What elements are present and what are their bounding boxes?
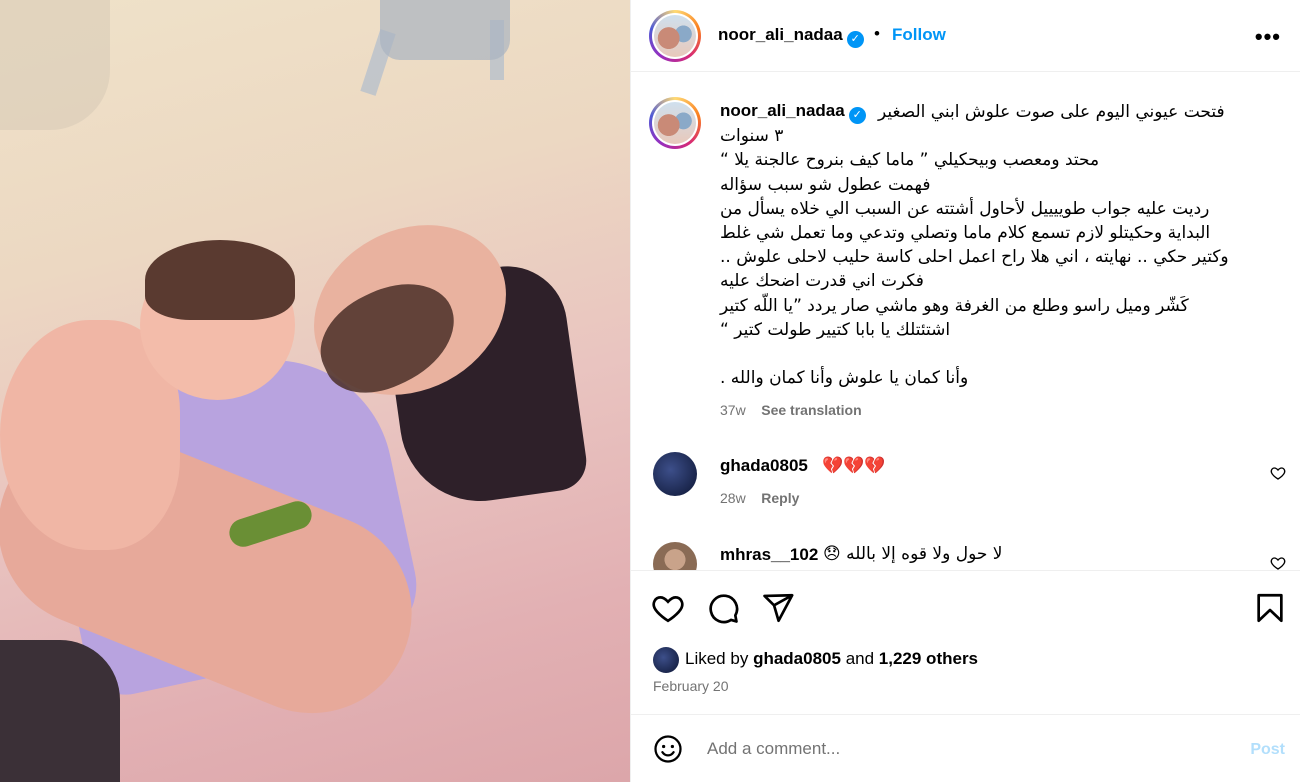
separator-dot: • — [874, 24, 880, 43]
heart-icon[interactable] — [1270, 555, 1286, 570]
caption-username-text[interactable]: noor_ali_nadaa — [720, 101, 845, 120]
caption-text: فتحت عيوني اليوم على صوت علوش ابني الصغي… — [720, 100, 1265, 390]
liked-by-user[interactable]: ghada0805 — [753, 649, 841, 668]
liked-by-and: and — [845, 649, 875, 668]
verified-icon: ✓ — [848, 107, 866, 124]
reply-button[interactable]: Reply — [761, 490, 799, 506]
caption-line: فكرت اني قدرت اضحك عليه — [720, 271, 924, 292]
liked-by-label: Liked by — [685, 649, 749, 668]
post-details-panel: noor_ali_nadaa ✓ • Follow ••• فتحت عيوني … — [630, 0, 1300, 782]
more-icon[interactable]: ••• — [1255, 24, 1281, 50]
add-comment-bar: Post — [631, 714, 1300, 782]
likes-summary: Liked by ghada0805 and 1,229 others — [685, 649, 978, 669]
caption-line — [720, 342, 1265, 366]
author-username[interactable]: noor_ali_nadaa ✓ — [718, 25, 864, 48]
caption-line: وكتير حكي .. نهايته ، اني هلا راح اعمل ا… — [720, 247, 1229, 268]
caption-line: رديت عليه جواب طوييييل لأحاول أشتته عن ا… — [720, 198, 1210, 219]
comment-username[interactable]: ghada0805 — [720, 456, 808, 476]
comment-text: 💔💔💔 — [822, 456, 886, 476]
heart-icon[interactable] — [651, 591, 685, 625]
caption-time[interactable]: 37w — [720, 402, 746, 418]
comment-username[interactable]: mhras__102 — [720, 545, 818, 565]
caption-line: البداية وحكيتلو لازم تسمع كلام ماما وتصل… — [720, 223, 1211, 244]
emoji-icon[interactable] — [653, 734, 683, 764]
post-comment-button[interactable]: Post — [1250, 741, 1285, 759]
liked-by-others[interactable]: 1,229 others — [879, 649, 978, 668]
comments-section[interactable]: فتحت عيوني اليوم على صوت علوش ابني الصغي… — [631, 72, 1300, 570]
caption-line: محتد ومعصب وبيحكيلي ” ماما كيف بنروح عال… — [720, 150, 1100, 171]
comment-text: لا حول ولا قوه إلا بالله 😞 — [823, 544, 1003, 564]
commenter-avatar[interactable] — [653, 542, 697, 570]
post-actions: Liked by ghada0805 and 1,229 others Febr… — [631, 570, 1300, 714]
post-photo — [0, 0, 630, 782]
comment-input[interactable] — [707, 735, 1227, 763]
caption-author-avatar[interactable] — [649, 97, 701, 149]
comment-meta: 28w Reply — [720, 490, 799, 506]
liker-avatar[interactable] — [653, 647, 679, 673]
post-header: noor_ali_nadaa ✓ • Follow ••• — [631, 0, 1300, 72]
caption-meta: 37w See translation — [720, 402, 862, 418]
comment-icon[interactable] — [706, 591, 740, 625]
post-date[interactable]: February 20 — [653, 678, 728, 694]
author-avatar[interactable] — [649, 10, 701, 62]
bookmark-icon[interactable] — [1253, 591, 1287, 625]
see-translation-button[interactable]: See translation — [761, 402, 861, 418]
caption-line: فهمت عطول شو سبب سؤاله — [720, 174, 931, 195]
verified-icon: ✓ — [846, 31, 864, 48]
caption-line: ٣ سنوات — [720, 126, 784, 147]
share-icon[interactable] — [761, 591, 795, 625]
heart-icon[interactable] — [1270, 465, 1286, 481]
follow-button[interactable]: Follow — [892, 25, 946, 45]
caption-username[interactable]: noor_ali_nadaa ✓ — [720, 101, 866, 124]
commenter-avatar[interactable] — [653, 452, 697, 496]
caption-line: وأنا كمان يا علوش وأنا كمان والله . — [720, 368, 969, 389]
caption-line: كَشّر وميل راسو وطلع من الغرفة وهو ماشي … — [720, 295, 1189, 316]
author-name-text[interactable]: noor_ali_nadaa — [718, 25, 843, 44]
comment-time[interactable]: 28w — [720, 490, 746, 506]
caption-line: اشتئتلك يا بابا كتيير طولت كتير “ — [720, 319, 951, 340]
